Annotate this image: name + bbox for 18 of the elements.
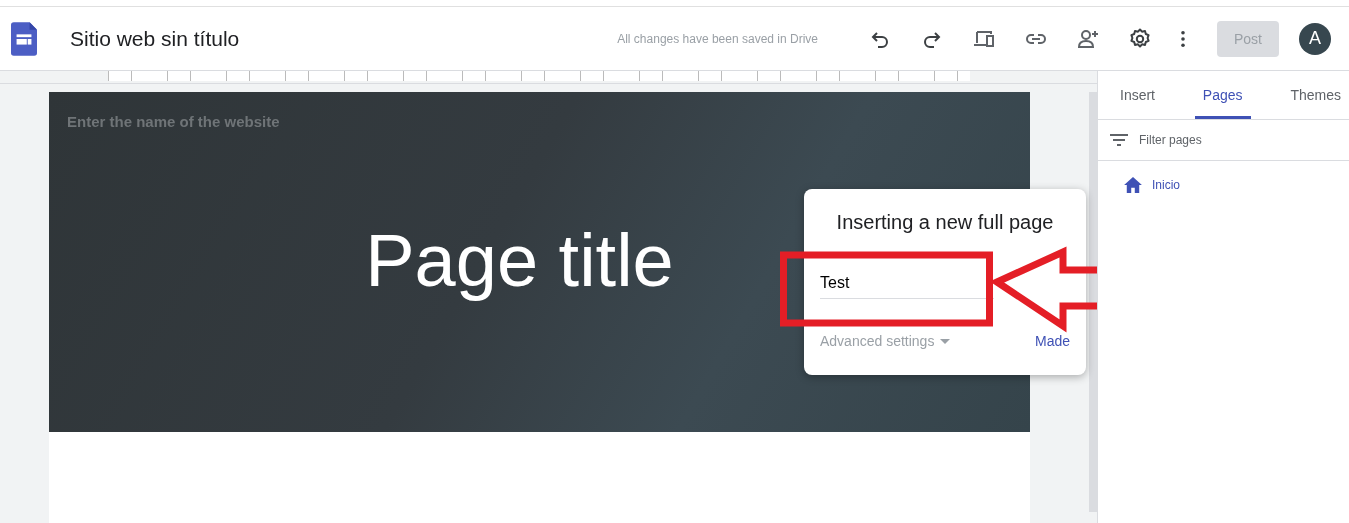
dialog-title: Inserting a new full page	[835, 211, 1055, 234]
page-item[interactable]: Inicio	[1152, 178, 1180, 192]
sidebar-tab[interactable]: Insert	[1112, 71, 1163, 119]
avatar[interactable]: A	[1299, 22, 1331, 55]
home-icon	[1124, 177, 1142, 193]
caret-icon[interactable]	[940, 338, 951, 344]
done-button[interactable]: Made	[1034, 333, 1070, 349]
save-status: All changes have been saved in Drive	[617, 31, 818, 46]
site-title[interactable]: Sitio web sin título	[70, 26, 240, 51]
filter-pages-field[interactable]: Filter pages	[1139, 133, 1202, 147]
page-title[interactable]: Page title	[365, 218, 674, 303]
filter-icon[interactable]	[1110, 134, 1128, 146]
scrollbar[interactable]	[1089, 92, 1097, 512]
sidebar-tab[interactable]: Themes	[1282, 71, 1349, 119]
sites-logo-icon[interactable]	[11, 21, 37, 56]
more-options-icon[interactable]	[1180, 29, 1186, 48]
sidebar-tab[interactable]: Pages	[1194, 71, 1251, 119]
page-name-field[interactable]: Test	[820, 274, 994, 299]
